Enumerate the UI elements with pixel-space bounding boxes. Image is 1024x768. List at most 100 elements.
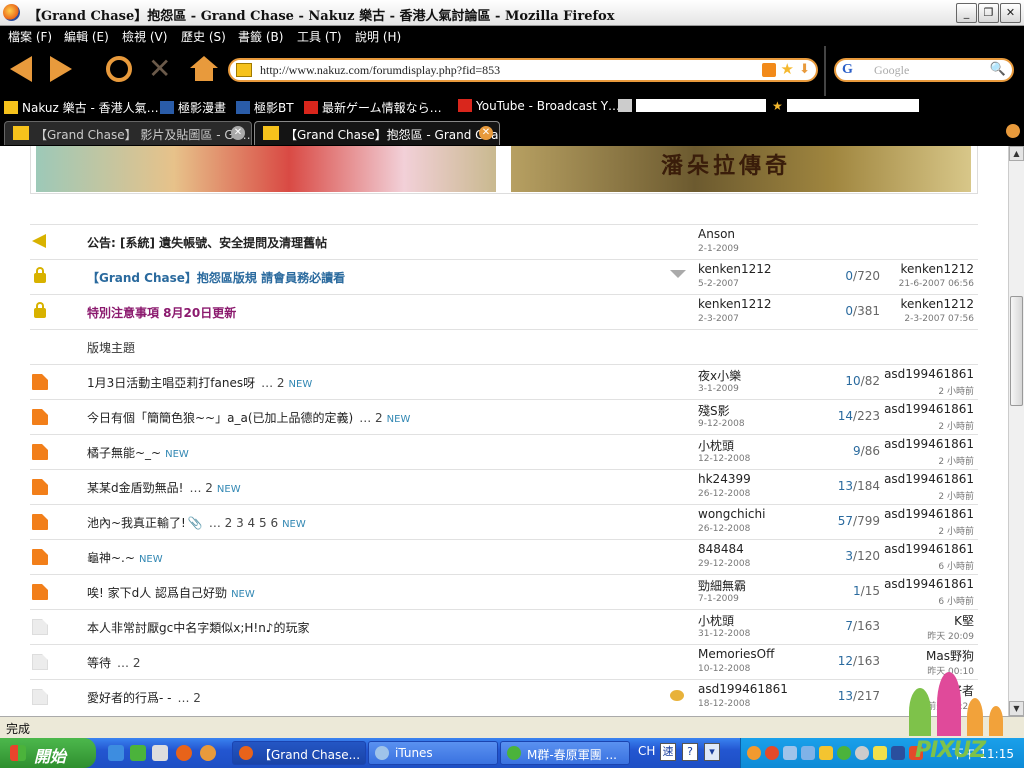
menu-bookmarks[interactable]: 書籤 (B) <box>238 28 283 45</box>
thread-title[interactable]: 愛好者的行爲- - <box>87 691 171 705</box>
bookmark-manga[interactable]: 極影漫畫 <box>160 99 226 116</box>
last-post-time[interactable]: 2-3-2007 07:56 <box>904 314 974 324</box>
last-poster[interactable]: asd199461861 <box>884 507 974 521</box>
thread-title[interactable]: 等待 <box>87 656 111 670</box>
history-dropdown-icon[interactable]: ⬇ <box>799 62 810 77</box>
thread-author[interactable]: 勁細無霸 <box>698 577 746 594</box>
ie-icon[interactable] <box>108 745 124 761</box>
bookmark-nakuz[interactable]: Nakuz 樂古 - 香港人氣… <box>4 99 159 116</box>
last-post-time[interactable]: 6 小時前 <box>938 559 974 572</box>
bookmark-bt[interactable]: 極影BT <box>236 99 294 116</box>
search-bar[interactable]: G Google 🔍 <box>834 58 1014 82</box>
thread-title[interactable]: 龜神~.~ <box>87 551 135 565</box>
thread-author[interactable]: 小枕頭 <box>698 612 734 629</box>
bookmark-star-icon[interactable]: ★ <box>781 60 794 78</box>
thread-title[interactable]: 池內~我真正輸了! <box>87 516 186 530</box>
announcement-author[interactable]: Anson <box>698 227 735 241</box>
banner-pandora[interactable]: 潘朵拉傳奇 <box>511 146 971 192</box>
last-post-time[interactable]: 2 小時前 <box>938 384 974 397</box>
last-post-time[interactable]: 21-6-2007 06:56 <box>899 279 974 289</box>
thread-author[interactable]: wongchichi <box>698 507 765 521</box>
thread-author[interactable]: kenken1212 <box>698 262 772 276</box>
tray-network-icon[interactable] <box>855 746 869 760</box>
thread-title[interactable]: 唉! 家下d人 認爲自己好勁 <box>87 586 227 600</box>
last-poster[interactable]: kenken1212 <box>900 297 974 311</box>
last-post-time[interactable]: 2 小時前 <box>938 489 974 502</box>
ime-icon[interactable]: 速 <box>660 743 676 761</box>
page-links[interactable]: … 2 3 4 5 6 <box>209 516 278 530</box>
help-icon[interactable]: ? <box>682 743 698 761</box>
bookmark-redacted-1[interactable] <box>618 99 766 113</box>
thread-author[interactable]: 小枕頭 <box>698 437 734 454</box>
page-links[interactable]: … 2 <box>177 691 200 705</box>
thread-title[interactable]: 1月3日活動主唱亞莉打fanes呀 <box>87 376 255 390</box>
tab-complaint-section[interactable]: 【Grand Chase】抱怨區 - Grand Cha… ✕ <box>254 121 500 145</box>
bookmark-redacted-2[interactable]: ★ <box>772 99 919 113</box>
task-firefox[interactable]: 【Grand Chase... <box>232 741 366 765</box>
close-tab-icon[interactable]: ✕ <box>231 126 245 140</box>
thread-author[interactable]: 夜x小樂 <box>698 367 741 384</box>
thread-title[interactable]: 特別注意事項 8月20日更新 <box>87 304 236 321</box>
page-links[interactable]: … 2 <box>359 411 382 425</box>
menu-tools[interactable]: 工具 (T) <box>297 28 342 45</box>
tab-video-section[interactable]: 【Grand Chase】 影片及貼圖區 - Gr… ✕ <box>4 121 252 145</box>
thread-author[interactable]: 殘S影 <box>698 402 730 419</box>
announcement-title[interactable]: 公告: [系統] 遺失帳號、安全提問及清理舊帖 <box>87 234 327 251</box>
list-all-tabs-icon[interactable] <box>1006 124 1020 138</box>
last-poster[interactable]: asd199461861 <box>884 402 974 416</box>
thread-title[interactable]: 某某d金盾勁無品! <box>87 481 183 495</box>
app-quicklaunch-icon[interactable] <box>200 745 216 761</box>
page-links[interactable]: … 2 <box>261 376 284 390</box>
vertical-scrollbar[interactable]: ▲ ▼ <box>1008 146 1024 716</box>
last-poster[interactable]: asd199461861 <box>884 542 974 556</box>
close-tab-icon[interactable]: ✕ <box>479 126 493 140</box>
tray-shield-icon[interactable] <box>819 746 833 760</box>
last-poster[interactable]: asd199461861 <box>884 577 974 591</box>
tray-audio-icon[interactable] <box>801 746 815 760</box>
last-poster[interactable]: asd199461861 <box>884 472 974 486</box>
ime-options-icon[interactable]: ▾ <box>704 743 720 761</box>
thread-title[interactable]: 本人非常討厭gc中名字類似x;H!n♪的玩家 <box>87 621 309 635</box>
bookmark-game-info[interactable]: 最新ゲーム情報なら… <box>304 99 442 116</box>
thread-title[interactable]: 【Grand Chase】抱怨區版規 請會員務必讀看 <box>87 269 345 286</box>
scroll-thumb[interactable] <box>1010 296 1023 406</box>
scroll-up-icon[interactable]: ▲ <box>1009 146 1024 161</box>
menu-edit[interactable]: 編輯 (E) <box>64 28 109 45</box>
tray-display-icon[interactable] <box>891 746 905 760</box>
minimize-button[interactable]: _ <box>956 3 977 23</box>
tray-warning-icon[interactable] <box>873 746 887 760</box>
last-post-time[interactable]: 6 小時前 <box>938 594 974 607</box>
last-poster[interactable]: asd199461861 <box>884 367 974 381</box>
menu-help[interactable]: 說明 (H) <box>355 28 401 45</box>
last-post-time[interactable]: 2 小時前 <box>938 524 974 537</box>
messenger-icon[interactable] <box>130 745 146 761</box>
last-poster[interactable]: asd199461861 <box>884 437 974 451</box>
reload-button[interactable] <box>104 54 134 84</box>
menu-file[interactable]: 檔案 (F) <box>8 28 52 45</box>
firefox-quicklaunch-icon[interactable] <box>176 745 192 761</box>
home-button[interactable] <box>188 54 218 84</box>
thread-author[interactable]: asd199461861 <box>698 682 788 696</box>
task-messenger[interactable]: M群-春原軍團 ... <box>500 741 630 765</box>
last-post-time[interactable]: 2 小時前 <box>938 419 974 432</box>
address-bar[interactable]: http://www.nakuz.com/forumdisplay.php?fi… <box>228 58 818 82</box>
back-button[interactable] <box>6 54 36 84</box>
search-icon[interactable]: 🔍 <box>990 62 1006 77</box>
tray-app-icon[interactable] <box>765 746 779 760</box>
url-text[interactable]: http://www.nakuz.com/forumdisplay.php?fi… <box>260 63 500 78</box>
thread-title[interactable]: 橘子無能~_~ <box>87 446 161 460</box>
task-itunes[interactable]: iTunes <box>368 741 498 765</box>
page-links[interactable]: … 2 <box>189 481 212 495</box>
page-links[interactable]: … 2 <box>117 656 140 670</box>
tray-messenger-icon[interactable] <box>837 746 851 760</box>
menu-history[interactable]: 歷史 (S) <box>181 28 226 45</box>
forward-button[interactable] <box>46 54 76 84</box>
search-placeholder[interactable]: Google <box>874 63 909 78</box>
last-post-time[interactable]: 昨天 20:09 <box>927 629 974 642</box>
thread-author[interactable]: MemoriesOff <box>698 647 774 661</box>
last-poster[interactable]: Mas野狗 <box>926 647 974 664</box>
close-button[interactable]: ✕ <box>1000 3 1021 23</box>
banner-grand-chase[interactable] <box>36 146 496 192</box>
mail-icon[interactable] <box>152 745 168 761</box>
thread-author[interactable]: hk24399 <box>698 472 751 486</box>
